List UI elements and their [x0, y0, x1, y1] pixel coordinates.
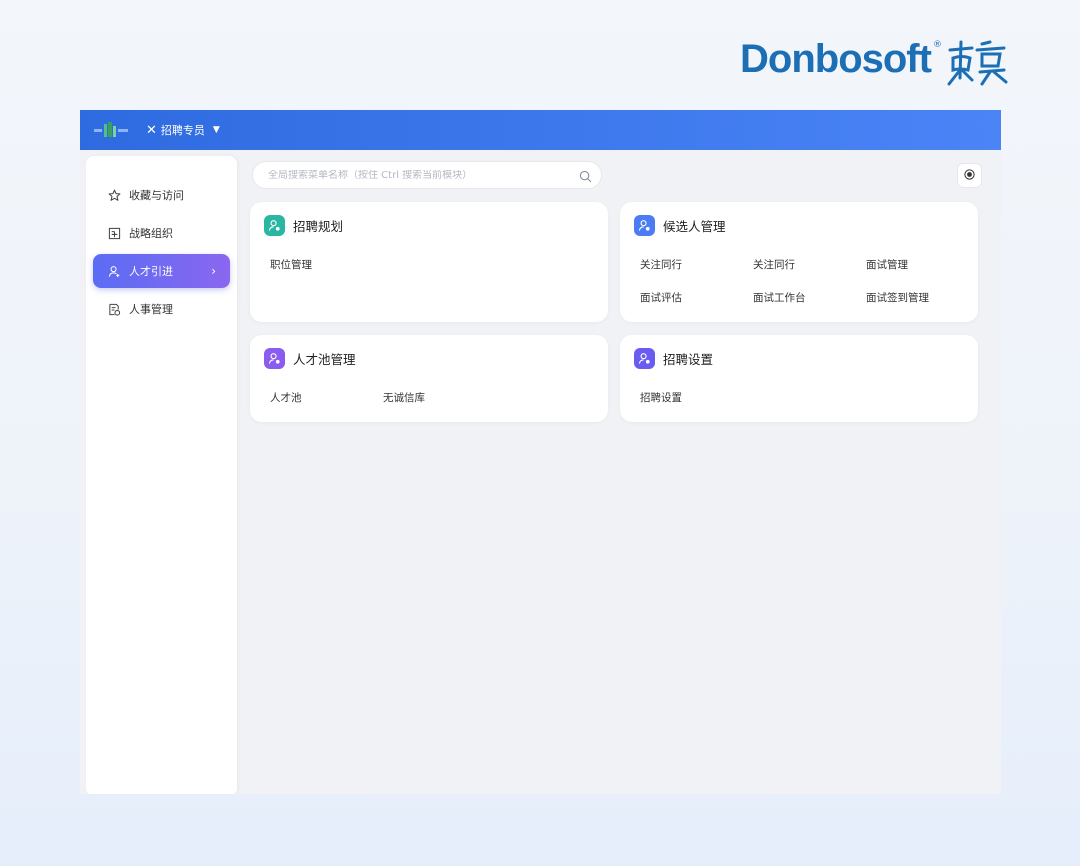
link-interview-checkin-management[interactable]: 面试签到管理: [866, 290, 929, 305]
global-search: [252, 161, 602, 189]
personnel-file-icon: [107, 302, 121, 316]
person-module-icon: [634, 215, 655, 236]
card-title: 招聘规划: [293, 219, 344, 234]
link-position-management[interactable]: 职位管理: [270, 257, 312, 272]
link-interview-workbench[interactable]: 面试工作台: [753, 290, 806, 305]
card-candidate-management: 候选人管理 关注同行 关注同行 面试管理 面试评估 面试工作台 面试签到管理: [620, 202, 978, 322]
role-label: 招聘专员: [160, 124, 205, 137]
brand-logo: Donbosoft ®: [740, 36, 1008, 88]
close-icon[interactable]: ✕: [146, 123, 157, 138]
card-recruitment-planning: 招聘规划 职位管理: [250, 202, 608, 322]
chevron-right-icon: ›: [211, 264, 216, 278]
link-interview-evaluation[interactable]: 面试评估: [640, 290, 682, 305]
link-talent-pool[interactable]: 人才池: [270, 390, 302, 405]
sidebar-item-strategy-org[interactable]: 战略组织: [93, 216, 230, 250]
link-dishonesty-database[interactable]: 无诚信库: [383, 390, 425, 405]
app-logo-icon[interactable]: [94, 121, 128, 139]
sidebar-item-label: 收藏与访问: [129, 189, 184, 202]
settings-dot-icon: [963, 166, 976, 185]
top-bar: ✕ 招聘专员 ▼: [80, 110, 1001, 150]
link-interview-management[interactable]: 面试管理: [866, 257, 908, 272]
sidebar-item-talent-acquisition[interactable]: 人才引进 ›: [93, 254, 230, 288]
role-switcher[interactable]: ✕ 招聘专员 ▼: [146, 122, 220, 138]
org-chart-icon: [107, 226, 121, 240]
brand-calligraphy-icon: [946, 38, 1008, 90]
card-title: 人才池管理: [293, 352, 356, 367]
sidebar: 收藏与访问 战略组织 人才引进 › 人事管理: [86, 156, 237, 794]
sidebar-item-label: 人事管理: [129, 303, 173, 316]
card-recruitment-settings: 招聘设置 招聘设置: [620, 335, 978, 422]
person-module-icon: [264, 348, 285, 369]
person-module-icon: [634, 348, 655, 369]
brand-name: Donbosoft: [740, 37, 932, 81]
star-icon: [107, 188, 121, 202]
link-follow-peers[interactable]: 关注同行: [753, 257, 795, 272]
app-window: ✕ 招聘专员 ▼ 收藏与访问 战略组织 人才引进 › 人事管理 全局搜索菜单名称…: [80, 110, 1001, 794]
link-recruitment-settings[interactable]: 招聘设置: [640, 390, 682, 405]
sidebar-item-hr-management[interactable]: 人事管理: [93, 292, 230, 326]
link-follow-peers[interactable]: 关注同行: [640, 257, 682, 272]
theme-settings-button[interactable]: [957, 163, 982, 188]
card-title: 候选人管理: [663, 219, 726, 234]
search-input[interactable]: [268, 169, 568, 181]
registered-mark: ®: [932, 40, 942, 50]
person-module-icon: [264, 215, 285, 236]
person-add-icon: [107, 264, 121, 278]
card-title: 招聘设置: [663, 352, 714, 367]
sidebar-item-favorites[interactable]: 收藏与访问: [93, 178, 230, 212]
caret-down-icon[interactable]: ▼: [213, 125, 220, 135]
sidebar-item-label: 人才引进: [129, 265, 173, 278]
search-icon[interactable]: [579, 168, 592, 187]
card-talent-pool-management: 人才池管理 人才池 无诚信库: [250, 335, 608, 422]
sidebar-item-label: 战略组织: [129, 227, 173, 240]
